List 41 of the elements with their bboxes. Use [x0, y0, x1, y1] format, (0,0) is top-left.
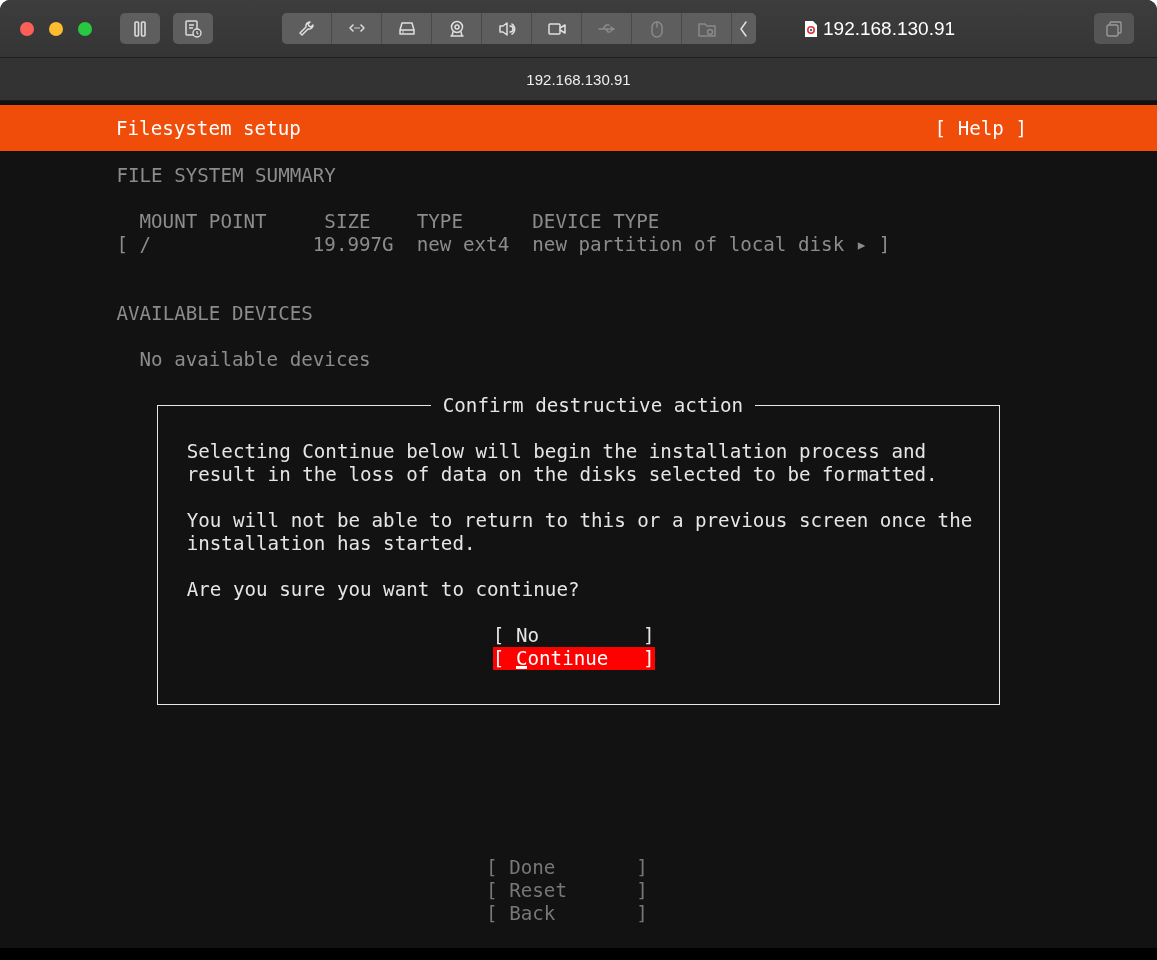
table-cell: [ / [116, 233, 152, 256]
section-title: AVAILABLE DEVICES [116, 302, 314, 325]
help-button[interactable]: [ Help ] [934, 116, 1027, 140]
text-cursor [515, 666, 528, 669]
dialog-button[interactable]: [ No ] [492, 624, 655, 647]
speaker-button[interactable] [482, 13, 532, 44]
column-header: DEVICE TYPE [532, 210, 660, 233]
wrench-button[interactable] [282, 13, 332, 44]
column-header: SIZE [324, 210, 371, 233]
pause-button[interactable] [120, 13, 160, 44]
dialog-text: You will not be able to return to this or a previous screen once the installation has started. [186, 509, 974, 555]
window-button[interactable] [1094, 13, 1134, 44]
table-cell: new ext4 [416, 233, 510, 256]
zoom-button[interactable] [78, 21, 92, 36]
dialog-button[interactable]: [ Continue ] [492, 647, 655, 670]
webcam-button[interactable] [432, 13, 482, 44]
section-title: FILE SYSTEM SUMMARY [116, 164, 337, 187]
drive-button[interactable] [382, 13, 432, 44]
host-address: 192.168.130.91 [526, 70, 631, 88]
snapshot-button[interactable] [173, 13, 213, 44]
close-button[interactable] [20, 21, 34, 36]
windows-icon [1105, 19, 1123, 38]
dialog-text: Selecting Continue below will begin the installation process and result in the loss of data on the disks selected to be formatted. [186, 440, 939, 486]
action-button[interactable]: [ Reset ] [486, 879, 648, 902]
window-title: 192.168.130.91 [823, 17, 956, 40]
wrench-icon [296, 18, 317, 39]
action-button[interactable]: [ Done ] [486, 856, 648, 879]
document-clock-icon [183, 18, 203, 39]
pause-icon [131, 19, 149, 38]
column-header: TYPE [416, 210, 463, 233]
video-camera-button[interactable] [532, 13, 582, 44]
empty-message: No available devices [138, 348, 372, 371]
chevron-left-button[interactable] [732, 13, 756, 44]
table-cell: 19.997G [312, 233, 394, 256]
document-icon [804, 19, 818, 38]
action-button[interactable]: [ Back ] [486, 902, 648, 925]
screen-title: Filesystem setup [116, 116, 301, 140]
column-header: MOUNT POINT [139, 210, 267, 233]
table-cell: new partition of local disk ▸ ] [532, 233, 891, 256]
minimize-button[interactable] [49, 21, 63, 36]
dialog-text: Are you sure you want to continue? [186, 578, 581, 601]
